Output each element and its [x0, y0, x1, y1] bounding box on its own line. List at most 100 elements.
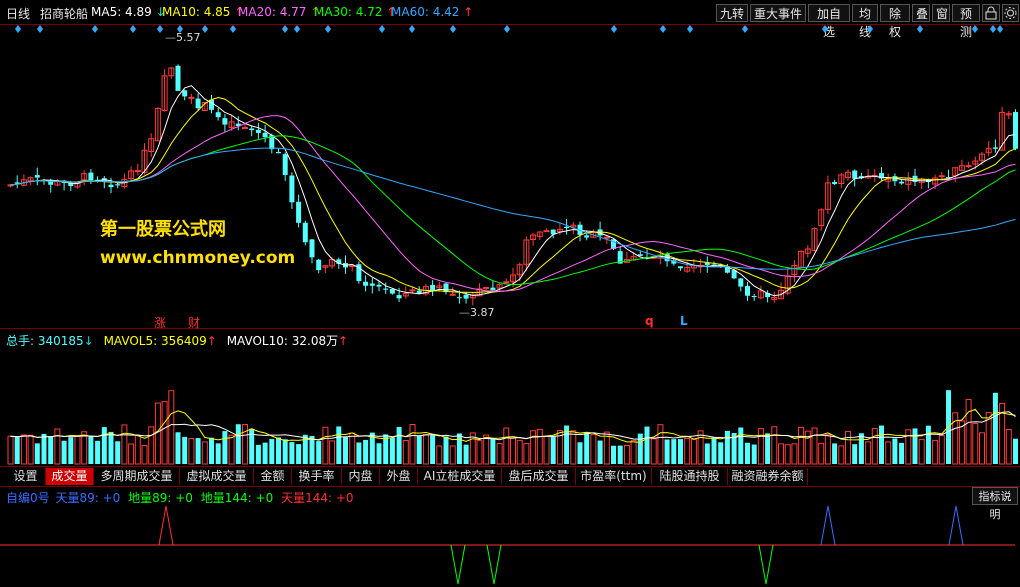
- indicator-trough: [486, 544, 502, 585]
- volume-bar: [490, 438, 496, 464]
- volume-bar: [597, 440, 603, 464]
- volume-bar: [577, 442, 583, 464]
- candle-body: [564, 226, 570, 229]
- mavol5-arrow-icon: ↑: [206, 334, 217, 348]
- volume-bar: [329, 440, 336, 465]
- tab-virtual-volume[interactable]: 虚拟成交量: [180, 468, 254, 485]
- volume-bar: [436, 445, 443, 465]
- low-price-label: —3.87: [459, 306, 495, 319]
- tab-volume[interactable]: 成交量: [46, 468, 94, 485]
- candle-body: [222, 118, 228, 125]
- total-volume-value: 总手: 340185: [6, 334, 84, 348]
- volume-bar: [979, 432, 985, 465]
- volume-bar: [409, 423, 416, 465]
- watermark-site-name: 第一股票公式网: [100, 219, 226, 240]
- volume-bar: [74, 435, 81, 465]
- volume-bar: [724, 430, 730, 464]
- indicator-peak: [820, 505, 836, 546]
- indicator-peak: [948, 505, 964, 546]
- candle-body: [899, 181, 905, 184]
- total-volume-arrow-icon: ↓: [83, 334, 94, 348]
- volume-bar: [503, 427, 510, 465]
- volume-bar: [20, 434, 27, 465]
- candle-body: [852, 170, 858, 179]
- volume-bar: [422, 434, 429, 465]
- volume-bar: [965, 398, 972, 465]
- volume-bar: [121, 424, 128, 465]
- candle-body: [463, 294, 469, 299]
- signal-diamond: [37, 25, 43, 33]
- tab-inner-volume[interactable]: 内盘: [342, 468, 380, 485]
- candlestick-series: [7, 64, 1018, 306]
- volume-readout: 总手: 340185↓ MAVOL5: 356409↑ MAVOL10: 32.…: [6, 332, 348, 349]
- tabbar-bottom-border: [0, 486, 1020, 487]
- tab-amount[interactable]: 金额: [254, 468, 292, 485]
- tab-pe-ttm[interactable]: 市盈率(ttm): [576, 468, 652, 485]
- watermark-url: www.chnmoney.com: [100, 248, 296, 268]
- volume-bar: [269, 439, 275, 464]
- candle-body: [738, 278, 744, 287]
- indicator-name[interactable]: 自编0号: [6, 491, 50, 505]
- volume-bar: [617, 445, 623, 464]
- volume-ma-lines: [10, 408, 1016, 443]
- candle-body: [832, 182, 838, 185]
- volume-bar: [690, 439, 697, 465]
- tab-ai-volume[interactable]: AI立桩成交量: [418, 468, 502, 485]
- volume-bar: [784, 444, 791, 465]
- tab-outer-volume[interactable]: 外盘: [380, 468, 418, 485]
- candle-body: [430, 284, 436, 291]
- candle-body: [255, 129, 261, 133]
- indicator-readout: 自编0号 天量89: +0 地量89: +0 地量144: +0 天量144: …: [6, 489, 354, 506]
- high-price-value: 5.57: [176, 31, 201, 44]
- candle-body: [992, 147, 998, 149]
- candle-body: [389, 289, 395, 294]
- candle-body: [282, 154, 288, 175]
- volume-bar: [637, 433, 643, 464]
- volume-bar: [389, 437, 395, 464]
- volume-bar: [838, 445, 845, 465]
- volume-bar: [671, 439, 677, 464]
- candle-body: [456, 297, 462, 299]
- volume-bar: [543, 435, 550, 465]
- volume-bar: [751, 444, 757, 464]
- volume-bar: [443, 436, 449, 464]
- volume-bar: [81, 431, 88, 465]
- volume-bar: [14, 436, 20, 464]
- volume-bar: [68, 437, 74, 464]
- tab-after-hours-volume[interactable]: 盘后成交量: [502, 468, 576, 485]
- volume-bar: [778, 443, 784, 465]
- tab-northbound-holdings[interactable]: 陆股通持股: [652, 468, 728, 485]
- signal-diamond: [660, 25, 666, 33]
- price-panel-bottom-border: [0, 328, 1020, 329]
- candle-body: [34, 175, 40, 178]
- volume-bar: [650, 438, 657, 465]
- marker-l: L: [680, 314, 688, 328]
- tab-multi-period-volume[interactable]: 多周期成交量: [94, 468, 180, 485]
- indicator-help-button[interactable]: 指标说明: [972, 487, 1018, 521]
- volume-bar: [276, 437, 281, 464]
- volume-bar: [416, 435, 422, 464]
- indicator-lines: [0, 505, 1015, 585]
- volume-bar: [7, 435, 14, 465]
- tab-margin-balance[interactable]: 融资融券余额: [728, 468, 808, 485]
- volume-bar: [745, 442, 750, 464]
- volume-bar: [54, 428, 61, 465]
- volume-bar: [711, 438, 717, 464]
- candle-body: [745, 286, 750, 296]
- volume-bar: [343, 436, 348, 464]
- volume-bar: [309, 435, 315, 464]
- volume-bar: [798, 426, 805, 465]
- signal-diamond: [972, 25, 978, 33]
- tab-settings[interactable]: 设置: [6, 468, 46, 485]
- volume-bar: [657, 424, 664, 465]
- signal-diamond: [92, 25, 98, 33]
- volume-bar: [771, 426, 778, 465]
- candle-body: [409, 289, 416, 292]
- high-price-label: —5.57: [165, 31, 201, 44]
- signal-diamond: [917, 25, 923, 33]
- signal-diamond: [15, 25, 21, 33]
- tab-turnover-rate[interactable]: 换手率: [292, 468, 342, 485]
- volume-bar: [938, 435, 945, 465]
- volume-bar: [738, 427, 744, 464]
- volume-bar: [376, 443, 382, 464]
